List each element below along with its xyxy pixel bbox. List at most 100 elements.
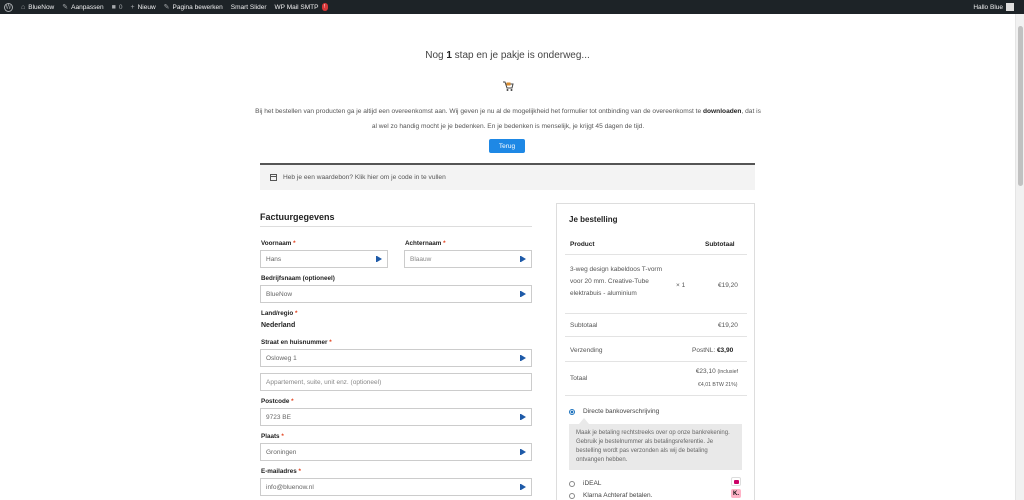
email-value: info@bluenow.nl xyxy=(266,483,314,491)
bank-transfer-radio[interactable] xyxy=(569,408,575,415)
country-value: Nederland xyxy=(261,322,296,329)
home-icon: ⌂ xyxy=(21,3,26,11)
total-block: €23,10 (inclusief xyxy=(692,368,738,375)
new-content-link[interactable]: + Nieuw xyxy=(127,0,160,14)
wp-mail-smtp-label: WP Mail SMTP xyxy=(274,3,319,11)
last-name-label: Achternaam * xyxy=(405,240,446,247)
company-label: Bedrijfsnaam (optioneel) xyxy=(261,275,335,282)
country-label-text: Land/regio xyxy=(261,310,294,317)
company-field[interactable]: BlueNow xyxy=(260,285,532,303)
intro-text-1: Bij het bestellen van producten ga je al… xyxy=(255,108,703,115)
subtotal-value: €19,20 xyxy=(718,322,738,329)
shopping-cart-icon xyxy=(503,81,514,91)
subtotal-label: Subtotaal xyxy=(570,322,598,329)
street2-field[interactable]: Appartement, suite, unit enz. (optioneel… xyxy=(260,373,532,391)
payment-option-bank[interactable]: Directe bankoverschrijving xyxy=(569,408,659,415)
autofill-icon[interactable] xyxy=(520,483,527,491)
required-mark: * xyxy=(443,240,446,247)
first-name-field[interactable]: Hans xyxy=(260,250,388,268)
calendar-icon xyxy=(270,174,277,181)
scrollbar-thumb[interactable] xyxy=(1018,26,1023,186)
street-value: Osloweg 1 xyxy=(266,354,297,362)
headline-suffix: stap en je pakje is onderweg... xyxy=(451,50,590,61)
back-button[interactable]: Terug xyxy=(489,139,525,153)
payment-option-klarna[interactable]: Klarna Achteraf betalen. xyxy=(569,492,652,499)
country-label: Land/regio * xyxy=(261,310,297,317)
first-name-label: Voornaam * xyxy=(261,240,296,247)
bank-transfer-description: Maak je betaling rechtstreeks over op on… xyxy=(569,418,742,470)
plus-icon: + xyxy=(130,3,135,11)
payment-option-ideal[interactable]: iDEAL xyxy=(569,480,601,487)
autofill-icon[interactable] xyxy=(520,255,527,263)
street-field[interactable]: Osloweg 1 xyxy=(260,349,532,367)
klarna-radio[interactable] xyxy=(569,492,575,499)
ideal-logo-icon xyxy=(731,477,741,486)
wordpress-icon: W xyxy=(4,2,13,12)
download-link[interactable]: downloaden xyxy=(703,108,741,115)
wordpress-logo-button[interactable]: W xyxy=(0,0,17,14)
item-line-3: elektrabuis - aluminium xyxy=(570,290,637,297)
total-incl-note: (inclusief xyxy=(717,369,738,375)
last-name-value: Blaauw xyxy=(410,255,432,263)
page-scrollbar[interactable] xyxy=(1015,14,1024,500)
autofill-icon[interactable] xyxy=(520,290,527,298)
customize-label: Aanpassen xyxy=(71,3,104,11)
total-value: €23,10 xyxy=(695,368,716,375)
city-label-text: Plaats xyxy=(261,433,280,440)
wp-mail-smtp-link[interactable]: WP Mail SMTP ! xyxy=(271,0,332,14)
postcode-value: 9723 BE xyxy=(266,413,291,421)
billing-divider xyxy=(260,226,532,227)
required-mark: * xyxy=(298,468,301,475)
greeting-label: Hallo Blue xyxy=(973,3,1003,11)
admin-bar: W ⌂ BlueNow ✎ Aanpassen ■ 0 + Nieuw ✎ Pa… xyxy=(0,0,1024,14)
new-content-label: Nieuw xyxy=(137,3,156,11)
total-label: Totaal xyxy=(570,375,588,382)
autofill-icon[interactable] xyxy=(520,354,527,362)
last-name-field[interactable]: Blaauw xyxy=(404,250,532,268)
site-name-link[interactable]: ⌂ BlueNow xyxy=(17,0,58,14)
email-field[interactable]: info@bluenow.nl xyxy=(260,478,532,496)
ideal-radio[interactable] xyxy=(569,480,575,487)
headline-prefix: Nog xyxy=(425,50,447,61)
city-field[interactable]: Groningen xyxy=(260,443,532,461)
order-item-quantity: × 1 xyxy=(676,282,686,289)
comment-icon: ■ xyxy=(111,3,116,11)
klarna-logo-icon: K. xyxy=(731,489,741,498)
street-label-text: Straat en huisnummer xyxy=(261,339,328,346)
coupon-notice[interactable]: Heb je een waardebon? Klik hier om je co… xyxy=(260,163,755,190)
city-label: Plaats * xyxy=(261,433,284,440)
bank-transfer-label[interactable]: Directe bankoverschrijving xyxy=(583,408,659,415)
first-name-label-text: Voornaam xyxy=(261,240,292,247)
klarna-label[interactable]: Klarna Achteraf betalen. xyxy=(583,492,652,499)
billing-title: Factuurgegevens xyxy=(260,212,335,222)
required-mark: * xyxy=(293,240,296,247)
customize-link[interactable]: ✎ Aanpassen xyxy=(58,0,107,14)
postcode-label-text: Postcode xyxy=(261,398,290,405)
required-mark: * xyxy=(291,398,294,405)
smtp-alert-badge: ! xyxy=(321,3,329,11)
comments-link[interactable]: ■ 0 xyxy=(108,0,127,14)
coupon-text[interactable]: Heb je een waardebon? Klik hier om je co… xyxy=(283,174,446,181)
order-item-price: €19,20 xyxy=(718,282,738,289)
row-divider xyxy=(565,313,747,314)
ideal-label[interactable]: iDEAL xyxy=(583,480,601,487)
email-label: E-mailadres * xyxy=(261,468,301,475)
row-divider xyxy=(565,395,747,396)
postcode-field[interactable]: 9723 BE xyxy=(260,408,532,426)
city-value: Groningen xyxy=(266,448,297,456)
edit-page-link[interactable]: ✎ Pagina bewerken xyxy=(160,0,227,14)
autofill-icon[interactable] xyxy=(520,448,527,456)
smart-slider-label: Smart Slider xyxy=(230,3,267,11)
edit-page-label: Pagina bewerken xyxy=(172,3,223,11)
autofill-icon[interactable] xyxy=(376,255,383,263)
account-menu[interactable]: Hallo Blue xyxy=(969,0,1024,14)
shipping-method: PostNL: xyxy=(692,347,717,354)
last-name-label-text: Achternaam xyxy=(405,240,442,247)
item-line-2: voor 20 mm. Creative-Tube xyxy=(570,278,649,285)
email-label-text: E-mailadres xyxy=(261,468,297,475)
autofill-icon[interactable] xyxy=(520,413,527,421)
order-item-name: 3-weg design kabeldoos T-vorm voor 20 mm… xyxy=(570,264,662,300)
pencil-icon: ✎ xyxy=(163,4,170,11)
smart-slider-link[interactable]: Smart Slider xyxy=(227,0,271,14)
comments-count: 0 xyxy=(118,3,123,11)
